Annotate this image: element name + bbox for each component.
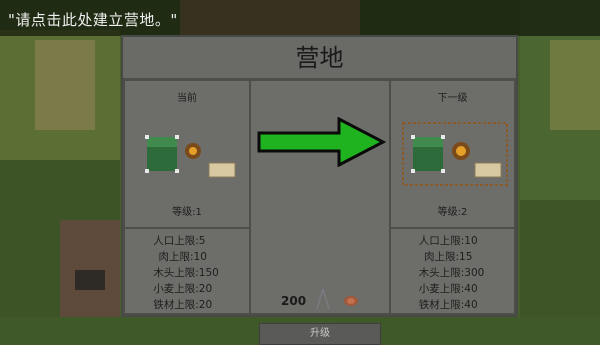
current-level: 等级:1 [172, 207, 202, 218]
upgrade-column: 200 升级 [251, 79, 389, 345]
camp-current-icon [145, 135, 236, 178]
stat-row: 铁材上限:40 [418, 299, 478, 311]
stat-row: 人口上限:10 [418, 235, 478, 247]
camp-upgrade-panel: 营地 当前 等级:1 人口上限:5 肉上限:10 木头上限:150 小麦上限:2… [121, 35, 518, 345]
stat-row: 小麦上限:20 [153, 283, 213, 295]
tooltip-text: "请点击此处建立营地。" [8, 11, 178, 29]
stat-row: 肉上限:10 [158, 251, 207, 263]
column-divider [125, 227, 249, 229]
next-header: 下一级 [437, 93, 468, 104]
current-header: 当前 [177, 93, 197, 104]
stat-row: 肉上限:15 [423, 251, 473, 263]
meat-icon [344, 296, 358, 306]
upgrade-button[interactable]: 升级 [259, 323, 381, 345]
stat-row: 木头上限:150 [153, 267, 219, 279]
next-level-column: 下一级 等级:2 人口上限:10 肉上限:15 木头上限:300 小麦上限:40… [389, 79, 516, 315]
stat-row: 铁材上限:20 [153, 299, 213, 311]
tooltip-bar: "请点击此处建立营地。" [0, 0, 600, 36]
current-stats: 人口上限:5 肉上限:10 木头上限:150 小麦上限:20 铁材上限:20 [125, 233, 249, 313]
current-level-column: 当前 等级:1 人口上限:5 肉上限:10 木头上限:150 小麦上限:20 铁… [123, 79, 251, 315]
column-divider [391, 227, 514, 229]
upgrade-cost: 200 [281, 294, 307, 308]
camp-next-icon [402, 122, 508, 186]
next-stats: 人口上限:10 肉上限:15 木头上限:300 小麦上限:40 铁材上限:40 [391, 233, 514, 313]
panel-title: 营地 [295, 44, 344, 72]
stat-row: 人口上限:5 [153, 235, 206, 247]
arrow-right-icon [257, 117, 387, 167]
next-level: 等级:2 [437, 207, 468, 218]
stat-row: 木头上限:300 [418, 267, 485, 279]
stat-row: 小麦上限:40 [418, 283, 478, 295]
lamp-icon [316, 288, 330, 310]
